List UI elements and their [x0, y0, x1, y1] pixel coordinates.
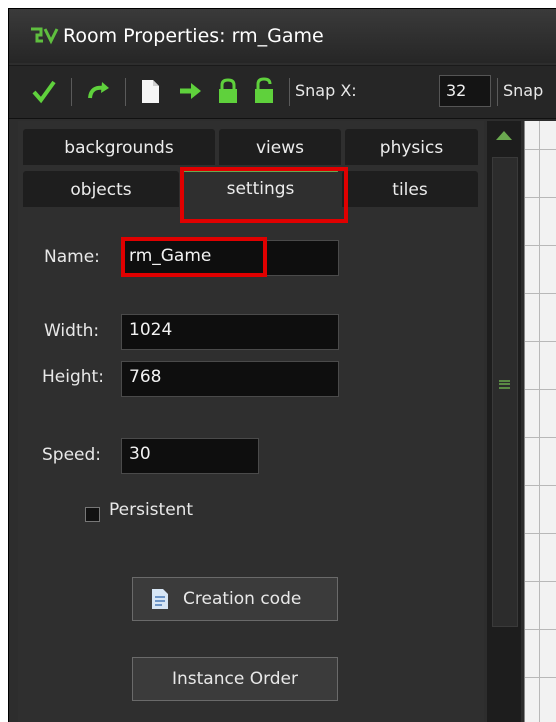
arrow-right-icon[interactable]: [177, 76, 203, 106]
grid-line: [525, 485, 556, 486]
vertical-scrollbar[interactable]: [487, 121, 521, 722]
toolbar-separator: [125, 78, 126, 106]
width-label: Width:: [44, 321, 100, 341]
instance-order-button[interactable]: Instance Order: [132, 657, 338, 701]
settings-tab-highlight: [180, 167, 348, 223]
name-field-highlight: [121, 237, 267, 277]
toolbar-separator: [289, 78, 290, 106]
unlock-icon[interactable]: [251, 76, 277, 106]
snap-x-label: Snap X:: [295, 81, 357, 100]
grid-line: [525, 389, 556, 390]
grid-line: [525, 677, 556, 678]
room-properties-window: Room Properties: rm_Game Snap X: 32 Snap…: [8, 8, 556, 722]
speed-label: Speed:: [42, 445, 102, 465]
speed-field[interactable]: 30: [121, 438, 259, 474]
toolbar-separator: [71, 78, 72, 106]
checkmark-icon[interactable]: [31, 76, 57, 106]
width-field[interactable]: 1024: [121, 314, 339, 350]
window-title: Room Properties: rm_Game: [63, 25, 324, 47]
grid-line: [539, 121, 540, 722]
tab-tiles[interactable]: tiles: [342, 171, 478, 207]
properties-panel: backgrounds views physics objects settin…: [18, 121, 484, 722]
thumb-grip-icon: [499, 380, 510, 389]
creation-code-label: Creation code: [183, 589, 302, 609]
snap-x-input[interactable]: 32: [439, 75, 491, 107]
grid-line: [525, 293, 556, 294]
grid-line: [525, 245, 556, 246]
grid-line: [525, 533, 556, 534]
creation-code-button[interactable]: Creation code: [132, 577, 338, 621]
undo-icon[interactable]: [85, 76, 111, 106]
grid-line: [525, 581, 556, 582]
snap-y-label: Snap: [503, 81, 544, 100]
scroll-up-arrow-icon[interactable]: [495, 129, 513, 141]
grid-line: [525, 197, 556, 198]
tab-physics[interactable]: physics: [345, 129, 478, 165]
room-grid-preview[interactable]: [524, 121, 556, 722]
name-label: Name:: [44, 247, 100, 267]
tab-backgrounds[interactable]: backgrounds: [23, 129, 215, 165]
new-page-icon[interactable]: [137, 76, 163, 106]
scrollbar-thumb[interactable]: [492, 157, 518, 627]
toolbar: Snap X: 32 Snap: [9, 65, 556, 119]
grid-line: [525, 341, 556, 342]
title-bar: Room Properties: rm_Game: [9, 9, 556, 63]
height-field[interactable]: 768: [121, 361, 339, 397]
persistent-checkbox[interactable]: [85, 507, 100, 522]
gamemaker-logo-icon: [31, 27, 59, 45]
document-icon: [152, 589, 168, 609]
lock-icon[interactable]: [215, 76, 241, 106]
height-label: Height:: [42, 367, 104, 387]
persistent-label: Persistent: [109, 500, 194, 520]
grid-line: [525, 629, 556, 630]
grid-line: [525, 149, 556, 150]
toolbar-separator: [497, 78, 498, 106]
tab-objects[interactable]: objects: [23, 171, 179, 207]
tab-views[interactable]: views: [219, 129, 341, 165]
grid-line: [525, 437, 556, 438]
